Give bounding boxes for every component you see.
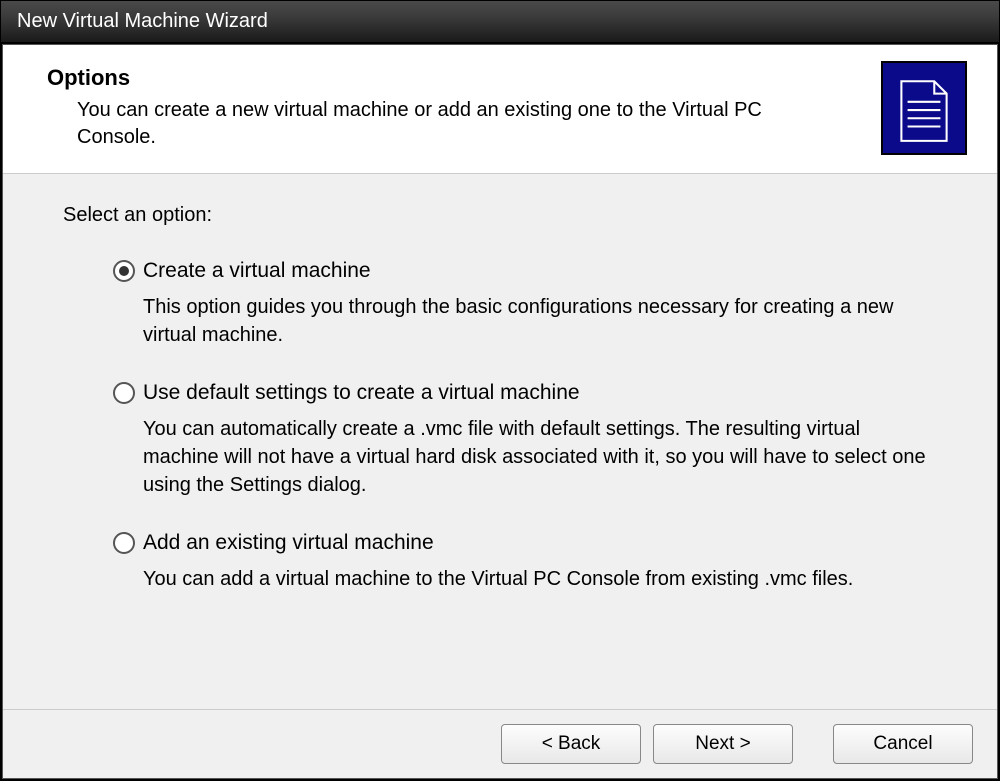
next-button[interactable]: Next > bbox=[653, 724, 793, 764]
window-title: New Virtual Machine Wizard bbox=[17, 10, 268, 33]
option-description: This option guides you through the basic… bbox=[113, 293, 933, 349]
button-gap bbox=[805, 724, 821, 764]
option-description: You can automatically create a .vmc file… bbox=[113, 415, 933, 499]
cancel-button[interactable]: Cancel bbox=[833, 724, 973, 764]
option-label[interactable]: Add an existing virtual machine bbox=[143, 531, 434, 555]
option-row[interactable]: Add an existing virtual machine bbox=[113, 531, 937, 555]
option-default-settings: Use default settings to create a virtual… bbox=[113, 381, 937, 499]
option-description: You can add a virtual machine to the Vir… bbox=[113, 565, 933, 593]
option-label[interactable]: Use default settings to create a virtual… bbox=[143, 381, 580, 405]
prompt-label: Select an option: bbox=[63, 204, 937, 227]
option-group: Create a virtual machine This option gui… bbox=[63, 259, 937, 593]
page-subtitle: You can create a new virtual machine or … bbox=[47, 97, 787, 151]
titlebar[interactable]: New Virtual Machine Wizard bbox=[1, 1, 999, 43]
radio-default-settings[interactable] bbox=[113, 382, 135, 404]
option-row[interactable]: Create a virtual machine bbox=[113, 259, 937, 283]
header-text: Options You can create a new virtual mac… bbox=[47, 65, 861, 151]
back-button[interactable]: < Back bbox=[501, 724, 641, 764]
wizard-window: New Virtual Machine Wizard Options You c… bbox=[0, 0, 1000, 781]
option-label[interactable]: Create a virtual machine bbox=[143, 259, 371, 283]
option-add-existing: Add an existing virtual machine You can … bbox=[113, 531, 937, 593]
option-row[interactable]: Use default settings to create a virtual… bbox=[113, 381, 937, 405]
server-icon bbox=[881, 61, 967, 155]
header-panel: Options You can create a new virtual mac… bbox=[3, 45, 997, 174]
page-title: Options bbox=[47, 65, 861, 91]
option-create-vm: Create a virtual machine This option gui… bbox=[113, 259, 937, 349]
button-bar: < Back Next > Cancel bbox=[3, 709, 997, 778]
window-body: Options You can create a new virtual mac… bbox=[2, 44, 998, 779]
radio-add-existing[interactable] bbox=[113, 532, 135, 554]
radio-create-vm[interactable] bbox=[113, 260, 135, 282]
content-panel: Select an option: Create a virtual machi… bbox=[3, 174, 997, 709]
